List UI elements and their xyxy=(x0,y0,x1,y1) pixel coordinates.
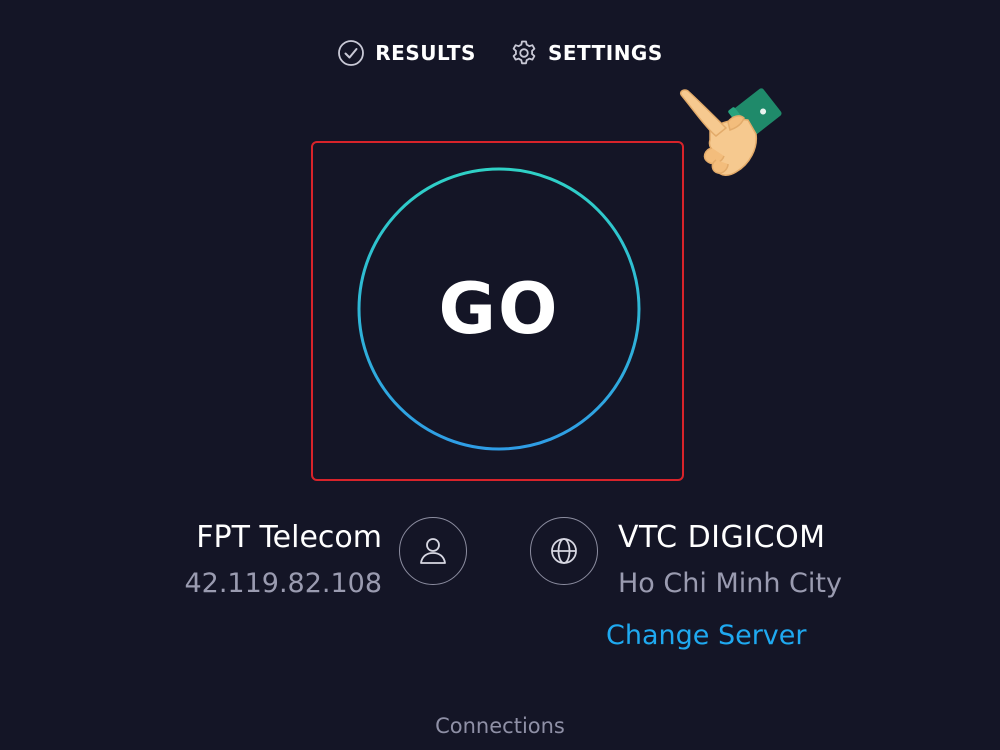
server-info: VTC DIGICOM Ho Chi Minh City xyxy=(618,518,918,602)
globe-icon xyxy=(530,517,598,585)
pointing-hand-icon xyxy=(658,78,792,186)
isp-name: FPT Telecom xyxy=(196,520,382,555)
results-nav-button[interactable]: RESULTS xyxy=(337,39,476,67)
server-name: VTC DIGICOM xyxy=(618,520,826,555)
change-server-link[interactable]: Change Server xyxy=(606,618,807,654)
gear-icon xyxy=(510,39,538,67)
user-icon xyxy=(399,517,467,585)
speedtest-screen: RESULTS SETTINGS GO FPT Telecom 42.119.8… xyxy=(0,0,1000,750)
connections-label[interactable]: Connections xyxy=(0,714,1000,738)
go-label: GO xyxy=(438,268,560,350)
ip-address: 42.119.82.108 xyxy=(184,568,382,599)
settings-nav-label: SETTINGS xyxy=(547,41,663,65)
isp-info: FPT Telecom 42.119.82.108 xyxy=(130,518,382,602)
check-circle-icon xyxy=(337,39,365,67)
server-location: Ho Chi Minh City xyxy=(618,568,842,599)
go-button[interactable]: GO xyxy=(356,166,642,452)
results-nav-label: RESULTS xyxy=(375,41,476,65)
top-navigation: RESULTS SETTINGS xyxy=(0,36,1000,70)
settings-nav-button[interactable]: SETTINGS xyxy=(510,39,663,67)
